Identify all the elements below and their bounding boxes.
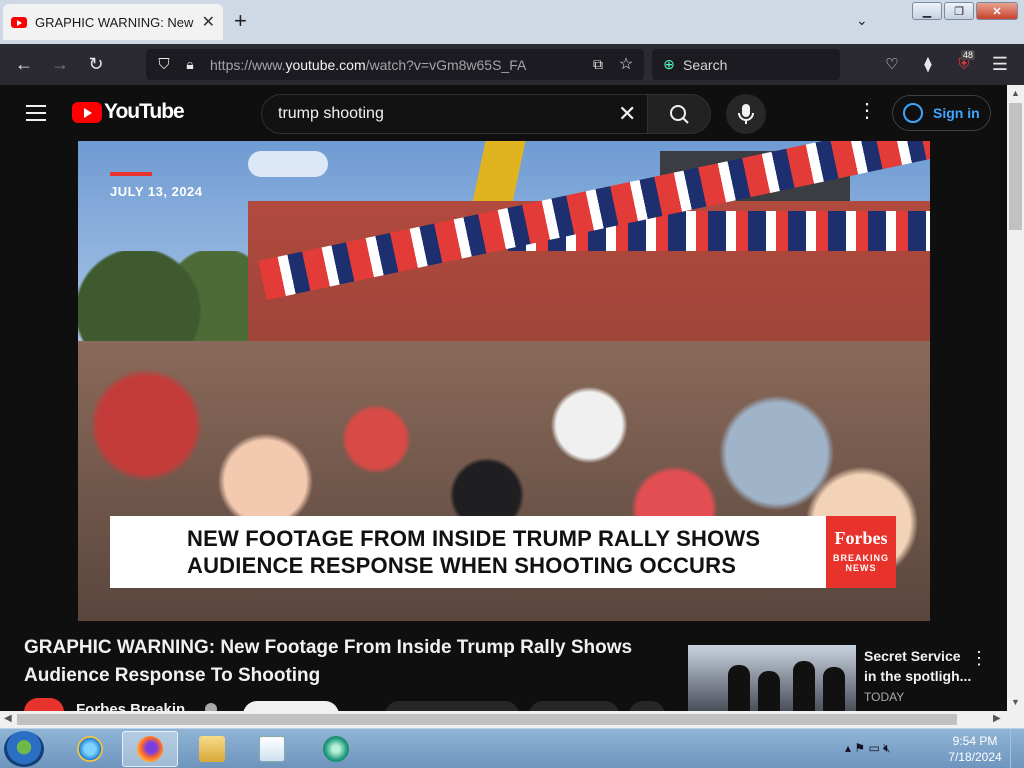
taskbar-internet-explorer[interactable] (62, 731, 118, 767)
related-video-thumbnail[interactable] (688, 645, 856, 711)
folder-icon (199, 736, 225, 762)
video-title: GRAPHIC WARNING: New Footage From Inside… (24, 637, 633, 686)
sign-in-button[interactable]: Sign in (892, 95, 991, 131)
firefox-icon (137, 736, 163, 762)
forward-arrow-icon[interactable]: → (48, 52, 72, 76)
browser-search-box[interactable]: ⊕ Search (652, 49, 840, 80)
clear-search-icon[interactable]: ✕ (618, 103, 636, 125)
taskbar-app[interactable] (308, 731, 364, 767)
clock-date: 7/18/2024 (948, 750, 1002, 764)
back-arrow-icon[interactable]: ← (12, 52, 36, 76)
taskbar-firefox[interactable] (122, 731, 178, 767)
youtube-header: YouTube trump shooting ✕ ⋮ Sign in (0, 85, 1007, 141)
minimize-button[interactable]: ▁ (912, 2, 942, 20)
tracking-shield-icon[interactable]: ⛉ (152, 52, 176, 76)
window-close-button[interactable]: ✕ (976, 2, 1018, 20)
scroll-down-arrow-icon[interactable]: ▼ (1011, 697, 1020, 707)
youtube-favicon-icon (11, 16, 27, 28)
tab-close-icon[interactable]: ✕ (202, 12, 215, 32)
windows-taskbar: ▴ ⚑ ▭ 🔇︎ 9:54 PM 7/18/2024 (0, 728, 1024, 768)
voice-search-button[interactable] (726, 94, 766, 134)
restore-button[interactable]: ❐ (944, 2, 974, 20)
horizontal-scrollbar[interactable]: ◀ ▶ (0, 711, 1007, 728)
internet-explorer-icon (77, 736, 103, 762)
clock-time: 9:54 PM (952, 734, 998, 748)
scroll-up-arrow-icon[interactable]: ▲ (1011, 88, 1020, 98)
youtube-logo-icon[interactable] (72, 102, 102, 123)
extension-badge-count: 48 (961, 50, 976, 60)
youtube-search-input[interactable]: trump shooting (261, 94, 647, 134)
url-bar[interactable]: ⛉ 🔒︎ https://www.youtube.com/watch?v=vGm… (146, 49, 644, 80)
video-player[interactable]: JULY 13, 2024 NEW FOOTAGE FROM INSIDE TR… (78, 141, 930, 621)
channel-avatar[interactable] (24, 698, 64, 712)
show-desktop-button[interactable] (1010, 729, 1024, 768)
forbes-breaking-news-logo: Forbes BREAKING NEWS (826, 516, 896, 588)
vertical-scroll-thumb[interactable] (1009, 103, 1022, 230)
thumbnail-figure (823, 667, 845, 711)
new-tab-plus-icon[interactable]: + (234, 10, 247, 32)
related-video-meta: TODAY (864, 690, 905, 704)
extensions-puzzle-icon[interactable]: ⧫ (916, 52, 940, 76)
search-engine-icon: ⊕ (663, 55, 675, 72)
horizontal-scroll-thumb[interactable] (17, 714, 957, 725)
list-tabs-chevron-icon[interactable]: ⌄ (856, 12, 868, 29)
microphone-icon (738, 104, 754, 124)
browser-menu-icon[interactable]: ☰ (988, 52, 1012, 76)
browser-nav-bar: ← → ↻ ⛉ 🔒︎ https://www.youtube.com/watch… (0, 44, 1024, 85)
media-player-icon (259, 736, 285, 762)
lower-third-line-1: NEW FOOTAGE FROM INSIDE TRUMP RALLY SHOW… (187, 526, 761, 551)
youtube-search-button[interactable] (647, 94, 711, 134)
taskbar-clock[interactable]: 9:54 PM 7/18/2024 (944, 733, 1006, 765)
account-icon (903, 103, 923, 123)
tab-title: GRAPHIC WARNING: New Foot (35, 14, 196, 30)
related-video-title[interactable]: Secret Service in the spotligh... (864, 646, 972, 686)
date-accent-line (110, 172, 152, 176)
bookmark-star-icon[interactable]: ☆ (614, 52, 638, 76)
lock-icon[interactable]: 🔒︎ (178, 52, 202, 76)
thumbnail-figure (758, 671, 780, 711)
sign-in-label: Sign in (933, 105, 980, 121)
app-icon (323, 736, 349, 762)
url-text: https://www.youtube.com/watch?v=vGm8w65S… (210, 57, 527, 73)
browser-tab-strip: GRAPHIC WARNING: New Foot ✕ + ⌄ ▁ ❐ ✕ (0, 0, 1024, 44)
window-controls: ▁ ❐ ✕ (912, 2, 1018, 20)
browser-tab-youtube[interactable]: GRAPHIC WARNING: New Foot ✕ (3, 4, 223, 40)
video-frame-cloud (248, 151, 328, 177)
settings-kebab-icon[interactable]: ⋮ (857, 101, 877, 121)
system-tray-icons[interactable]: ▴ ⚑ ▭ 🔇︎ (845, 741, 891, 756)
related-video-menu-icon[interactable]: ⋮ (970, 648, 988, 669)
youtube-logo-text[interactable]: YouTube (104, 100, 185, 124)
video-lower-third: NEW FOOTAGE FROM INSIDE TRUMP RALLY SHOW… (110, 516, 826, 588)
reload-icon[interactable]: ↻ (84, 52, 108, 76)
pocket-icon[interactable]: ♡ (880, 52, 904, 76)
scroll-right-arrow-icon[interactable]: ▶ (993, 713, 1001, 724)
browser-search-placeholder: Search (683, 57, 728, 73)
search-query-text: trump shooting (278, 105, 384, 122)
taskbar-media-player[interactable] (244, 731, 300, 767)
taskbar-file-explorer[interactable] (184, 731, 240, 767)
search-icon (670, 105, 689, 124)
thumbnail-figure (728, 665, 750, 711)
picture-in-picture-icon[interactable]: ⧉ (586, 52, 610, 76)
scroll-left-arrow-icon[interactable]: ◀ (4, 713, 12, 724)
video-overlay-date: JULY 13, 2024 (110, 184, 203, 199)
thumbnail-figure (793, 661, 815, 711)
guide-menu-icon[interactable] (26, 105, 46, 126)
scrollbar-corner (1007, 711, 1024, 728)
start-button-icon[interactable] (4, 731, 44, 767)
vertical-scrollbar[interactable]: ▲ ▼ (1007, 85, 1024, 712)
lower-third-line-2: AUDIENCE RESPONSE WHEN SHOOTING OCCURS (187, 553, 737, 578)
